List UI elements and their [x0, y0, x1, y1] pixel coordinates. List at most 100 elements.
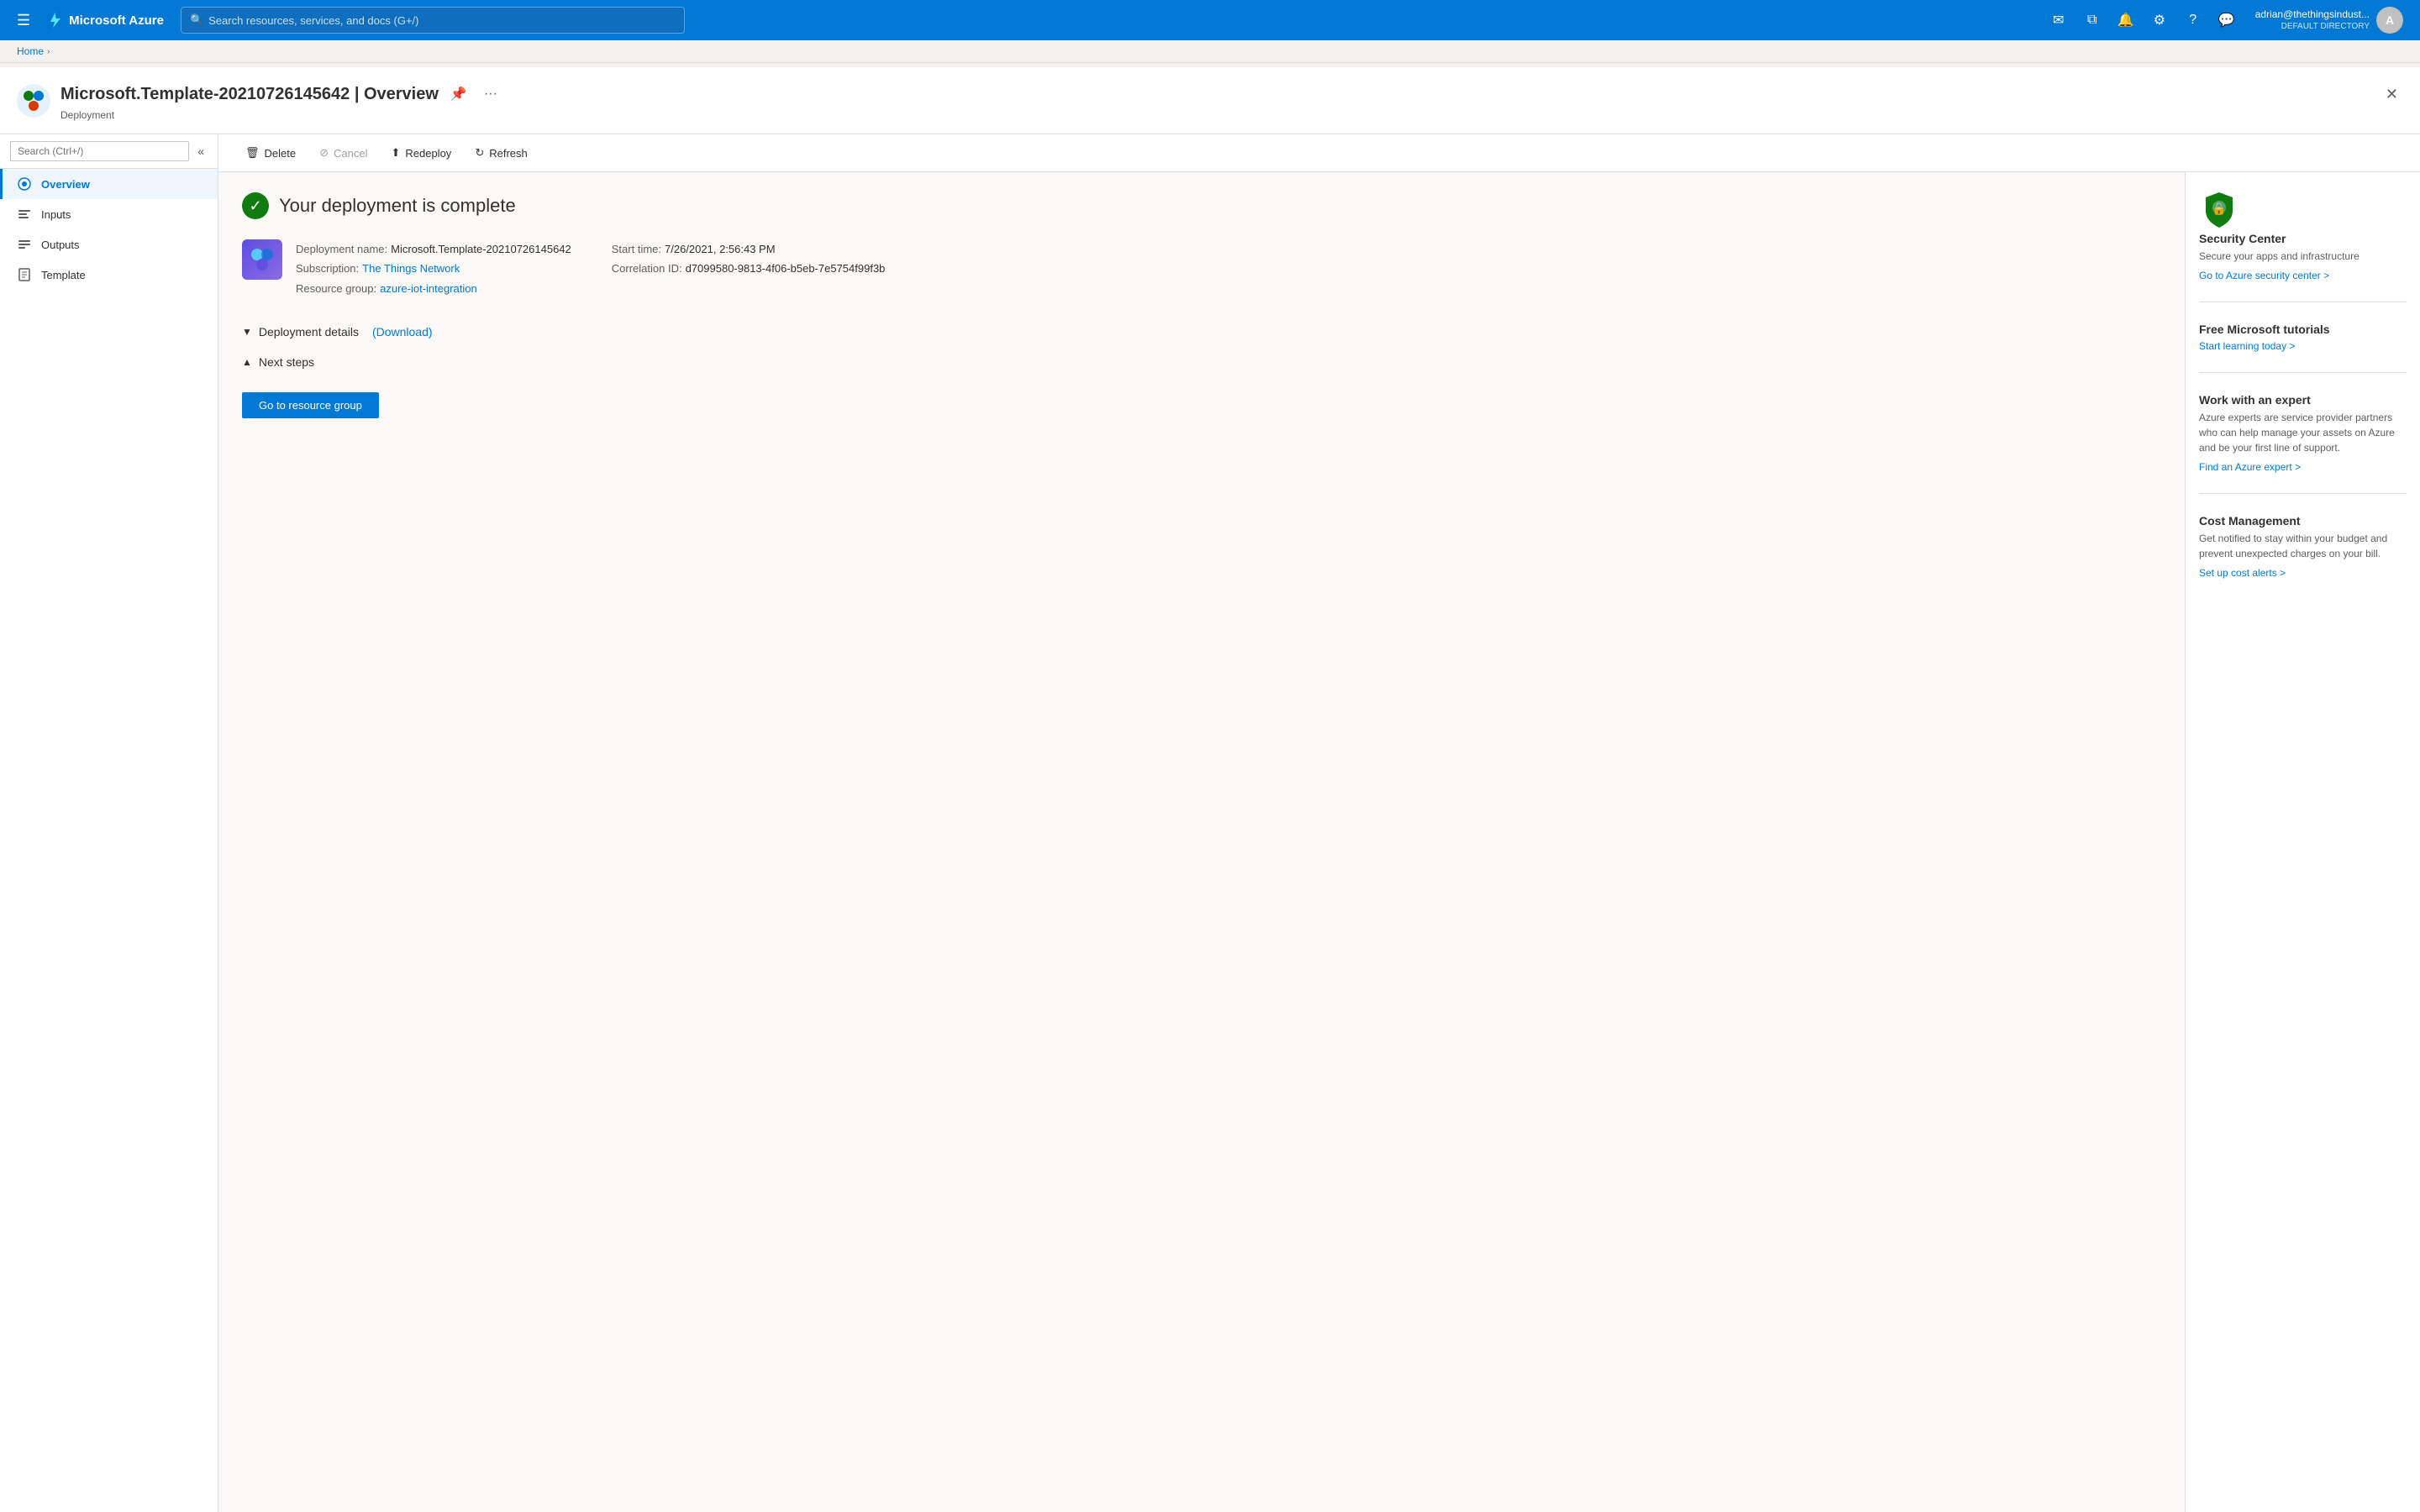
success-icon: ✓ — [242, 192, 269, 219]
refresh-icon: ↻ — [475, 146, 484, 160]
sidebar-item-label-inputs: Inputs — [41, 208, 71, 221]
sidebar: « Overview Inputs Outputs — [0, 134, 218, 1512]
deployment-timing-grid: Start time: 7/26/2021, 2:56:43 PM Correl… — [612, 239, 886, 279]
resource-group-row: Resource group: azure-iot-integration — [296, 279, 571, 298]
settings-button[interactable]: ⚙ — [2144, 5, 2175, 35]
deployment-details-label: Deployment details — [259, 325, 359, 339]
download-link[interactable]: (Download) — [372, 325, 433, 339]
sidebar-collapse-button[interactable]: « — [194, 141, 208, 161]
deployment-complete-title: Your deployment is complete — [279, 195, 516, 217]
sidebar-search-input[interactable] — [10, 141, 189, 161]
main-content: ✓ Your deployment is complete — [218, 172, 2185, 1512]
overview-icon — [16, 177, 33, 191]
security-center-link[interactable]: Go to Azure security center > — [2199, 270, 2329, 281]
outputs-icon — [16, 238, 33, 251]
sidebar-item-inputs[interactable]: Inputs — [0, 199, 218, 229]
avatar: A — [2376, 7, 2403, 34]
hamburger-menu-button[interactable]: ☰ — [10, 8, 37, 33]
more-options-button[interactable]: ··· — [479, 81, 502, 107]
user-name: adrian@thethingsindust... — [2255, 8, 2370, 22]
deployment-details-toggle[interactable]: ▼ Deployment details (Download) — [242, 322, 2161, 342]
work-expert-section: Work with an expert Azure experts are se… — [2199, 393, 2407, 494]
portal-icon-button[interactable]: ⧉ — [2077, 5, 2107, 35]
cost-management-section: Cost Management Get notified to stay wit… — [2199, 514, 2407, 599]
deployment-details-section: ▼ Deployment details (Download) — [242, 322, 2161, 342]
template-icon — [16, 268, 33, 281]
chevron-up-icon: ▲ — [242, 356, 252, 368]
search-input[interactable] — [208, 14, 676, 27]
next-steps-label: Next steps — [259, 355, 314, 369]
subscription-link[interactable]: The Things Network — [362, 259, 460, 278]
next-steps-content: Go to resource group — [242, 379, 2161, 418]
cancel-icon: ⊘ — [319, 146, 329, 160]
help-button[interactable]: ? — [2178, 5, 2208, 35]
top-navigation: ☰ Microsoft Azure 🔍 ✉ ⧉ 🔔 ⚙ ? 💬 adrian@t… — [0, 0, 2420, 40]
content-area: « Overview Inputs Outputs — [0, 134, 2420, 1512]
start-time-value: 7/26/2021, 2:56:43 PM — [665, 239, 776, 259]
start-time-row: Start time: 7/26/2021, 2:56:43 PM — [612, 239, 886, 259]
sidebar-item-label-template: Template — [41, 269, 86, 281]
page-title: Microsoft.Template-20210726145642 | Over… — [60, 85, 439, 104]
deployment-name-value: Microsoft.Template-20210726145642 — [391, 239, 571, 259]
subscription-row: Subscription: The Things Network — [296, 259, 571, 278]
inputs-icon — [16, 207, 33, 221]
find-expert-link[interactable]: Find an Azure expert > — [2199, 461, 2301, 473]
pin-button[interactable]: 📌 — [445, 81, 472, 108]
deployment-complete-banner: ✓ Your deployment is complete — [242, 192, 2161, 219]
toolbar: 🗑 Delete ⊘ Cancel ⬆ Redeploy ↻ Refresh — [218, 134, 2420, 172]
deployment-name-row: Deployment name: Microsoft.Template-2021… — [296, 239, 571, 259]
security-center-desc: Secure your apps and infrastructure — [2199, 249, 2407, 264]
redeploy-button[interactable]: ⬆ Redeploy — [381, 141, 461, 165]
refresh-button[interactable]: ↻ Refresh — [465, 141, 537, 165]
right-panel: 🔒 Security Center Secure your apps and i… — [2185, 172, 2420, 1512]
start-learning-link[interactable]: Start learning today > — [2199, 340, 2295, 352]
next-steps-toggle[interactable]: ▲ Next steps — [242, 352, 2161, 372]
user-profile-area[interactable]: adrian@thethingsindust... DEFAULT DIRECT… — [2249, 3, 2410, 37]
work-expert-desc: Azure experts are service provider partn… — [2199, 410, 2407, 455]
next-steps-section: ▲ Next steps Go to resource group — [242, 352, 2161, 418]
nav-icon-group: ✉ ⧉ 🔔 ⚙ ? 💬 — [2044, 5, 2242, 35]
svg-text:🔒: 🔒 — [2212, 202, 2226, 216]
redeploy-icon: ⬆ — [391, 146, 400, 160]
global-search-bar[interactable]: 🔍 — [181, 7, 685, 34]
cost-management-title: Cost Management — [2199, 514, 2407, 528]
resource-type-icon — [17, 84, 50, 118]
delete-icon: 🗑 — [245, 146, 260, 160]
breadcrumb: Home › — [0, 40, 2420, 63]
breadcrumb-separator: › — [47, 47, 50, 56]
free-tutorials-section: Free Microsoft tutorials Start learning … — [2199, 323, 2407, 373]
deployment-details-grid: Deployment name: Microsoft.Template-2021… — [296, 239, 571, 298]
sidebar-item-template[interactable]: Template — [0, 260, 218, 290]
sidebar-item-label-outputs: Outputs — [41, 239, 80, 251]
sidebar-search-container: « — [0, 134, 218, 169]
cost-alerts-link[interactable]: Set up cost alerts > — [2199, 567, 2286, 579]
sidebar-item-outputs[interactable]: Outputs — [0, 229, 218, 260]
work-expert-title: Work with an expert — [2199, 393, 2407, 407]
correlation-id-row: Correlation ID: d7099580-9813-4f06-b5eb-… — [612, 259, 886, 278]
correlation-id-value: d7099580-9813-4f06-b5eb-7e5754f99f3b — [686, 259, 886, 278]
sidebar-navigation: Overview Inputs Outputs Template — [0, 169, 218, 1512]
main-with-sidebar: 🗑 Delete ⊘ Cancel ⬆ Redeploy ↻ Refresh ✓ — [218, 134, 2420, 1512]
close-button[interactable]: ✕ — [2381, 81, 2403, 108]
sidebar-item-label-overview: Overview — [41, 178, 90, 191]
cancel-button[interactable]: ⊘ Cancel — [309, 141, 377, 165]
deployment-logo-icon — [242, 239, 282, 280]
notifications-button[interactable]: 🔔 — [2111, 5, 2141, 35]
cost-management-desc: Get notified to stay within your budget … — [2199, 531, 2407, 561]
security-center-section: 🔒 Security Center Secure your apps and i… — [2199, 189, 2407, 302]
security-center-title: Security Center — [2199, 232, 2407, 245]
sidebar-item-overview[interactable]: Overview — [0, 169, 218, 199]
feedback-button[interactable]: 💬 — [2212, 5, 2242, 35]
email-icon-button[interactable]: ✉ — [2044, 5, 2074, 35]
user-directory: DEFAULT DIRECTORY — [2255, 21, 2370, 32]
breadcrumb-home-link[interactable]: Home — [17, 45, 44, 57]
resource-group-link[interactable]: azure-iot-integration — [380, 279, 477, 298]
chevron-down-icon: ▼ — [242, 326, 252, 338]
delete-button[interactable]: 🗑 Delete — [235, 141, 306, 165]
go-to-resource-group-button[interactable]: Go to resource group — [242, 392, 379, 418]
resource-type-label: Deployment — [60, 109, 502, 121]
azure-logo: Microsoft Azure — [44, 10, 164, 30]
page-header: Microsoft.Template-20210726145642 | Over… — [0, 67, 2420, 134]
security-center-icon: 🔒 — [2199, 189, 2239, 229]
deployment-info-section: Deployment name: Microsoft.Template-2021… — [242, 239, 2161, 298]
